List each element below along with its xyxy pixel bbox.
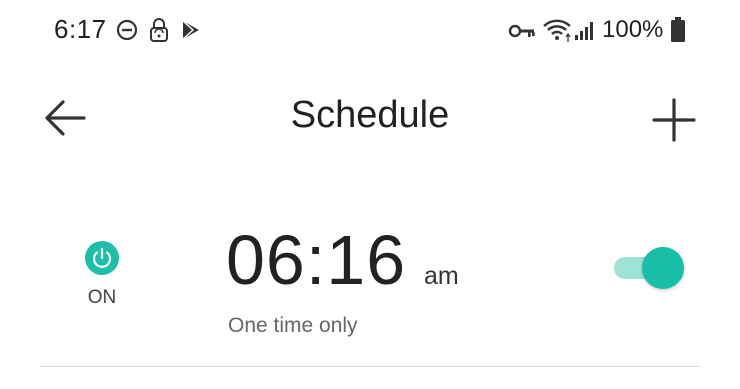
power-state-label: ON xyxy=(87,287,117,308)
play-store-icon xyxy=(180,19,202,46)
divider xyxy=(40,366,700,367)
page-title: Schedule xyxy=(290,94,450,136)
status-bar: 6:17 100% xyxy=(0,0,740,64)
add-schedule-button[interactable] xyxy=(648,94,700,146)
toggle-thumb xyxy=(642,247,684,289)
vpn-lock-icon xyxy=(148,17,170,48)
wifi-icon xyxy=(542,17,572,48)
schedule-enabled-toggle[interactable] xyxy=(612,247,684,289)
power-button[interactable] xyxy=(85,241,119,275)
signal-icon xyxy=(574,20,596,47)
schedule-ampm: am xyxy=(424,262,459,290)
dnd-icon xyxy=(116,19,138,46)
power-icon xyxy=(92,247,112,268)
battery-percentage: 100% xyxy=(602,16,664,43)
battery-icon xyxy=(670,17,686,48)
status-time: 6:17 xyxy=(54,14,107,44)
schedule-time: 06:16 xyxy=(226,221,407,299)
key-icon xyxy=(508,22,536,45)
plus-icon xyxy=(652,98,696,142)
schedule-repeat: One time only xyxy=(228,314,358,337)
schedule-screen: 6:17 100% Schedule ON 06:16 am One time … xyxy=(0,0,740,389)
